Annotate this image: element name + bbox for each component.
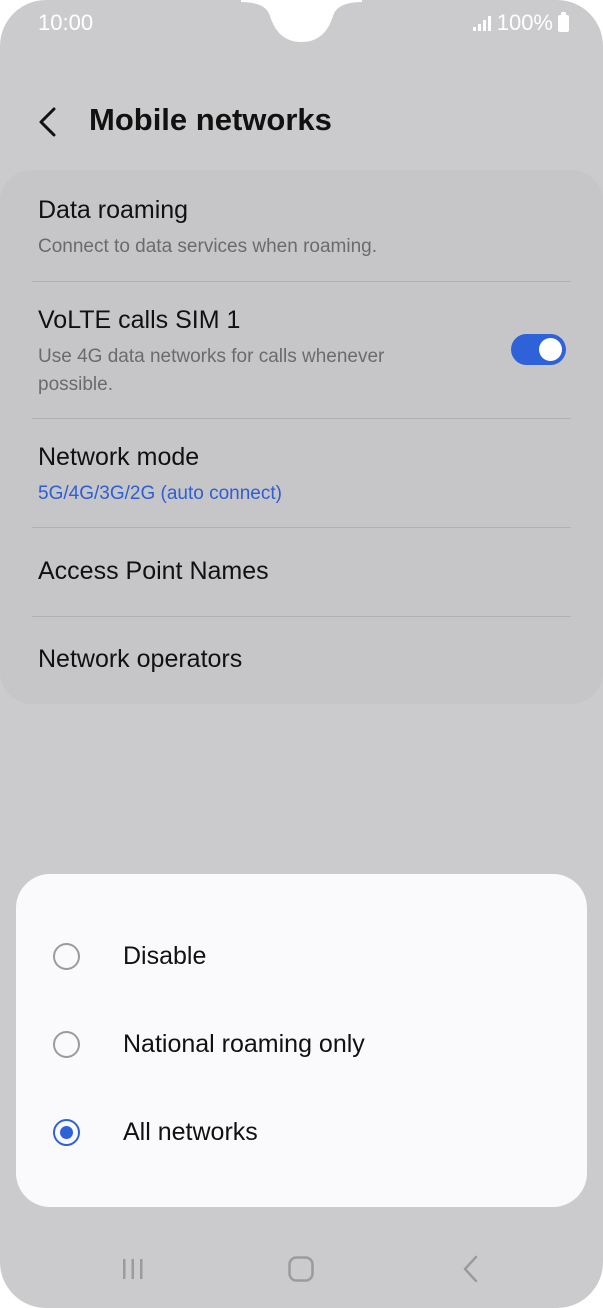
battery-percent: 100% <box>496 10 553 35</box>
network-mode-item[interactable]: Network mode 5G/4G/3G/2G (auto connect) <box>38 443 571 508</box>
home-icon[interactable] <box>286 1254 316 1284</box>
network-operators-title: Network operators <box>38 645 243 673</box>
status-time: 10:00 <box>38 10 94 35</box>
battery-icon <box>558 11 569 32</box>
app-header: Mobile networks <box>0 90 603 154</box>
divider <box>32 418 571 419</box>
network-mode-value: 5G/4G/3G/2G (auto connect) <box>38 483 282 504</box>
option-all-networks[interactable]: All networks <box>16 1097 587 1167</box>
volte-title: VoLTE calls SIM 1 <box>38 306 241 334</box>
apn-title: Access Point Names <box>38 557 269 585</box>
recents-icon[interactable] <box>118 1254 148 1284</box>
radio-button[interactable] <box>53 942 80 970</box>
network-operators-item[interactable]: Network operators <box>38 645 571 674</box>
network-mode-title: Network mode <box>38 443 200 471</box>
data-roaming-item[interactable]: Data roaming Connect to data services wh… <box>38 196 571 261</box>
status-indicators: 100% <box>472 10 569 36</box>
phone-screen: 10:00 100% Mobile networks Data roaming … <box>0 0 603 1308</box>
volte-subtitle: Use 4G data networks for calls whenever … <box>38 346 385 395</box>
data-roaming-title: Data roaming <box>38 196 189 224</box>
option-national-roaming[interactable]: National roaming only <box>16 1009 587 1079</box>
option-label: Disable <box>123 941 207 970</box>
volte-toggle[interactable] <box>511 334 566 365</box>
toggle-knob <box>539 338 562 361</box>
option-label: All networks <box>123 1117 258 1146</box>
nav-back-icon[interactable] <box>456 1254 486 1284</box>
signal-icon <box>472 15 491 31</box>
option-label: National roaming only <box>123 1029 365 1058</box>
camera-notch <box>241 0 362 42</box>
radio-button-selected[interactable] <box>53 1118 80 1146</box>
divider <box>32 281 571 282</box>
data-roaming-subtitle: Connect to data services when roaming. <box>38 236 378 257</box>
divider <box>32 616 571 617</box>
radio-button[interactable] <box>53 1030 80 1058</box>
volte-item[interactable]: VoLTE calls SIM 1 Use 4G data networks f… <box>38 306 571 399</box>
divider <box>32 527 571 528</box>
page-title: Mobile networks <box>89 102 332 137</box>
option-disable[interactable]: Disable <box>16 921 587 991</box>
navigation-bar <box>0 1240 603 1300</box>
apn-item[interactable]: Access Point Names <box>38 557 571 586</box>
back-arrow-icon[interactable] <box>30 104 66 140</box>
data-roaming-dialog: Disable National roaming only All networ… <box>16 874 587 1207</box>
